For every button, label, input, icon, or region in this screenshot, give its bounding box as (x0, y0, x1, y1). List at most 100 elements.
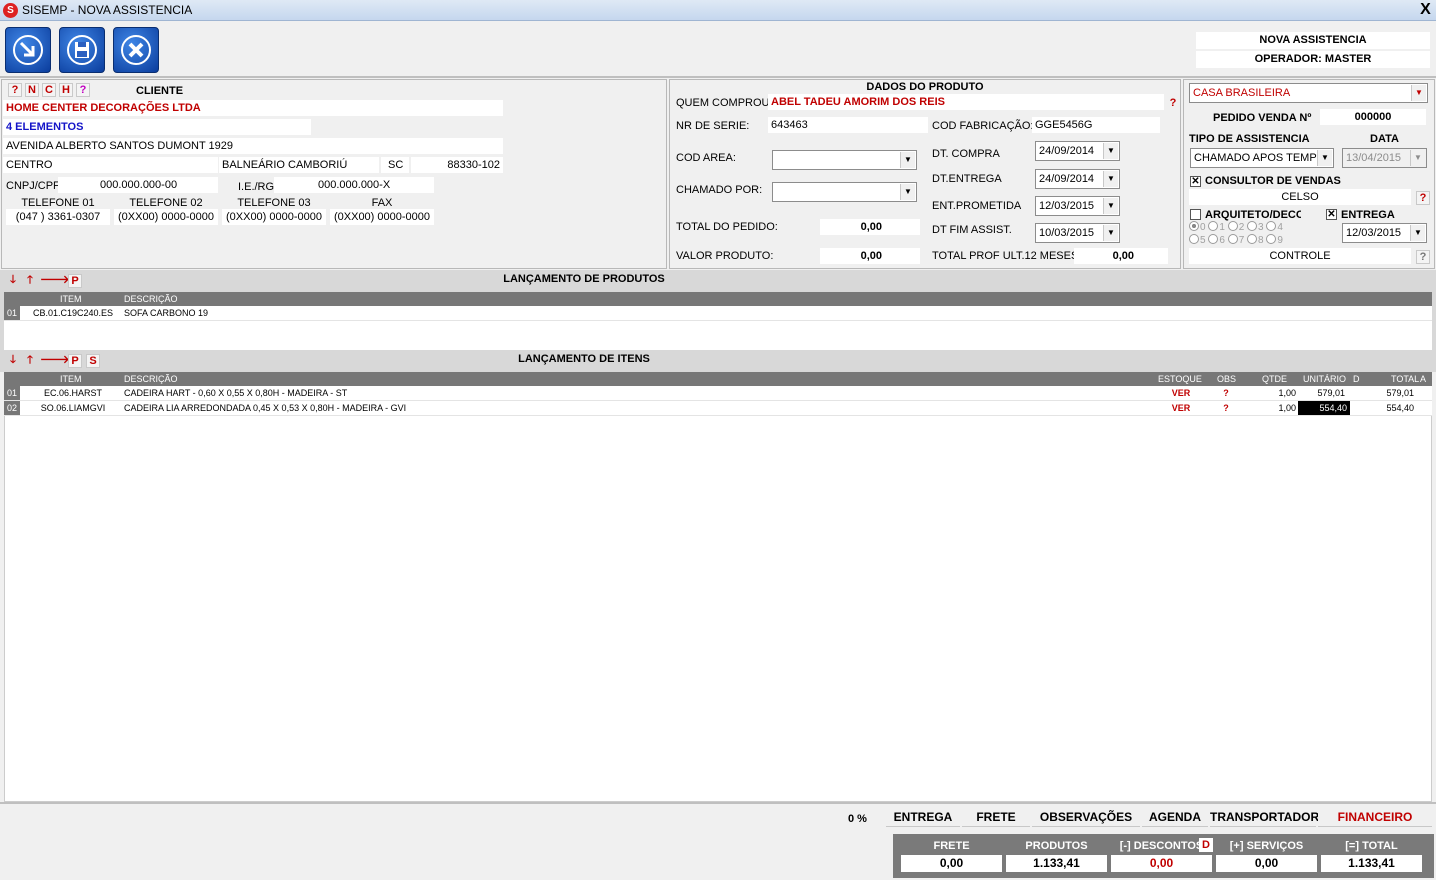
ie-label: I.E./RG (238, 181, 275, 193)
order-total-field: 0,00 (820, 219, 920, 235)
buyer-help-button[interactable]: ? (1166, 97, 1180, 111)
mode-label: NOVA ASSISTENCIA (1196, 32, 1430, 49)
product-grid-header: ITEM DESCRIÇÃO (4, 292, 1432, 306)
end-assist-label: DT FIM ASSIST. (932, 224, 1012, 236)
store-select[interactable]: CASA BRASILEIRA ▼ (1189, 83, 1428, 103)
table-row[interactable]: 01 CB.01.C19C240.ES SOFA CARBONO 19 (4, 306, 1432, 321)
radio-group-row1[interactable]: 0 1 2 3 4 (1189, 221, 1283, 235)
assist-type-select[interactable]: CHAMADO APOS TEMPO ▼ (1190, 148, 1334, 168)
tab-frete[interactable]: FRETE (962, 808, 1030, 827)
client-district[interactable]: CENTRO (3, 157, 218, 173)
tab-entrega[interactable]: ENTREGA (886, 808, 960, 827)
operator-label: OPERADOR: MASTER (1196, 51, 1430, 68)
client-heading: CLIENTE (136, 85, 184, 97)
chevron-down-icon: ▼ (900, 152, 915, 168)
client-history-button[interactable]: H (59, 83, 73, 97)
tab-financeiro[interactable]: FINANCEIRO (1318, 808, 1432, 827)
client-fantasy-name[interactable]: 4 ELEMENTOS (3, 119, 311, 135)
enter-button[interactable] (5, 27, 51, 73)
control-field[interactable]: CONTROLE (1189, 248, 1411, 264)
chevron-down-icon: ▼ (1317, 150, 1332, 166)
client-name[interactable]: HOME CENTER DECORAÇÕES LTDA (3, 100, 503, 116)
delivery-date-label: DT.ENTREGA (932, 173, 1002, 185)
order-total-label: TOTAL DO PEDIDO: (676, 221, 778, 233)
footer-separator (0, 802, 1436, 804)
client-help-button[interactable]: ? (8, 83, 22, 97)
table-row[interactable]: 01 EC.06.HARST CADEIRA HART - 0,60 X 0,5… (4, 386, 1432, 401)
tab-transportadora[interactable]: TRANSPORTADORA (1210, 808, 1328, 827)
manufacture-field[interactable]: GGE5456G (1032, 117, 1160, 133)
cancel-button[interactable] (113, 27, 159, 73)
items-grid-body (4, 386, 1432, 802)
delivery-date-select[interactable]: 24/09/2014 ▼ (1035, 169, 1120, 189)
close-icon (121, 35, 151, 65)
client-address[interactable]: AVENIDA ALBERTO SANTOS DUMONT 1929 (3, 138, 503, 154)
called-by-select[interactable]: ▼ (772, 182, 917, 202)
selected-unit-cell: 554,40 (1298, 401, 1350, 415)
discounts-total: 0,00 (1111, 855, 1212, 872)
called-by-label: CHAMADO POR: (676, 184, 763, 196)
control-help-button[interactable]: ? (1416, 250, 1430, 264)
consultant-field[interactable]: CELSO (1189, 189, 1411, 205)
cnpj-label: CNPJ/CPF (6, 180, 60, 192)
chevron-down-icon: ▼ (1411, 85, 1426, 101)
product-grid-title: LANÇAMENTO DE PRODUTOS (503, 273, 665, 285)
ie-field[interactable]: 000.000.000-X (274, 177, 434, 193)
order-number-field[interactable]: 000000 (1320, 109, 1426, 125)
percent-label: 0 % (848, 813, 867, 825)
consultant-help-button[interactable]: ? (1416, 191, 1430, 205)
phone3-field[interactable]: (0XX00) 0000-0000 (222, 209, 326, 225)
consultant-label: CONSULTOR DE VENDAS (1205, 175, 1341, 187)
architect-checkbox[interactable]: ✕ (1190, 209, 1201, 220)
client-zip[interactable]: 88330-102 (411, 157, 503, 173)
save-button[interactable] (59, 27, 105, 73)
serial-field[interactable]: 643463 (768, 117, 928, 133)
purchase-date-select[interactable]: 24/09/2014 ▼ (1035, 141, 1120, 161)
serial-label: NR DE SERIE: (676, 120, 750, 132)
delivery-date-store-select[interactable]: 12/03/2015 ▼ (1342, 223, 1427, 243)
manufacture-label: COD FABRICAÇÃO: (932, 120, 1034, 132)
chevron-down-icon: ▼ (1410, 225, 1425, 241)
grand-total: 1.133,41 (1321, 855, 1422, 872)
client-new-button[interactable]: N (25, 83, 39, 97)
tab-observacoes[interactable]: OBSERVAÇÕES (1032, 808, 1140, 827)
total-prof-field: 0,00 (1074, 248, 1168, 264)
chevron-down-icon: ▼ (1410, 150, 1425, 166)
arrow-down-right-icon (13, 35, 43, 65)
buyer-field[interactable]: ABEL TADEU AMORIM DOS REIS (768, 94, 1164, 110)
delivery-checkbox[interactable]: ✕ (1326, 209, 1337, 220)
phone2-label: TELEFONE 02 (129, 197, 203, 209)
date-select: 13/04/2015 ▼ (1342, 148, 1427, 168)
fax-field[interactable]: (0XX00) 0000-0000 (330, 209, 434, 225)
chevron-down-icon: ▼ (1103, 143, 1118, 159)
client-search-button[interactable]: C (42, 83, 56, 97)
col-item: ITEM (60, 294, 82, 304)
purchase-date-label: DT. COMPRA (932, 148, 1000, 160)
client-info-button[interactable]: ? (76, 83, 90, 97)
cnpj-field[interactable]: 000.000.000-00 (58, 177, 218, 193)
toolbar-separator (0, 76, 1436, 78)
client-city[interactable]: BALNEÁRIO CAMBORIÚ (219, 157, 379, 173)
product-value-field: 0,00 (820, 248, 920, 264)
client-state[interactable]: SC (381, 157, 409, 173)
phone1-field[interactable]: (047 ) 3361-0307 (6, 209, 110, 225)
app-logo-icon: S (3, 3, 18, 18)
end-assist-select[interactable]: 10/03/2015 ▼ (1035, 223, 1120, 243)
floppy-disk-icon (67, 35, 97, 65)
totals-panel: FRETE PRODUTOS [-] DESCONTOS D [+] SERVI… (893, 834, 1434, 878)
consultant-checkbox[interactable]: ✕ (1190, 176, 1201, 187)
table-row[interactable]: 02 SO.06.LIAMGVI CADEIRA LIA ARREDONDADA… (4, 401, 1432, 416)
window-close-button[interactable]: X (1417, 1, 1434, 19)
title-bar: S SISEMP - NOVA ASSISTENCIA X (0, 0, 1436, 21)
discount-d-button[interactable]: D (1199, 838, 1213, 852)
chevron-down-icon: ▼ (1103, 171, 1118, 187)
services-total: 0,00 (1216, 855, 1317, 872)
tab-agenda[interactable]: AGENDA (1142, 808, 1208, 827)
order-number-label: PEDIDO VENDA Nº (1213, 112, 1312, 124)
promised-date-select[interactable]: 12/03/2015 ▼ (1035, 196, 1120, 216)
area-label: COD AREA: (676, 152, 736, 164)
radio-group-row2[interactable]: 5 6 7 8 9 (1189, 234, 1283, 248)
area-select[interactable]: ▼ (772, 150, 917, 170)
delivery-label: ENTREGA (1341, 209, 1395, 221)
phone2-field[interactable]: (0XX00) 0000-0000 (114, 209, 218, 225)
